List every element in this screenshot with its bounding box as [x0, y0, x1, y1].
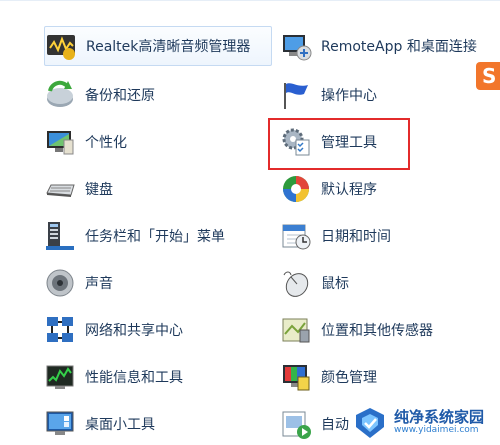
item-label: 操作中心 [321, 88, 377, 104]
item-label: 桌面小工具 [85, 417, 155, 433]
item-personalization[interactable]: 个性化 [44, 122, 244, 162]
realtek-audio-icon [45, 30, 77, 62]
mouse-icon [280, 267, 312, 299]
watermark-text: 纯净系统家园 www.yidaimei.com [394, 409, 484, 435]
default-programs-icon [280, 173, 312, 205]
highlight-box [268, 118, 410, 170]
item-mouse[interactable]: 鼠标 [280, 263, 480, 303]
item-label: 颜色管理 [321, 370, 377, 386]
item-default-programs[interactable]: 默认程序 [280, 169, 480, 209]
item-taskbar-start-menu[interactable]: 任务栏和「开始」菜单 [44, 216, 264, 256]
location-sensors-icon [280, 314, 312, 346]
item-label: 性能信息和工具 [85, 370, 183, 386]
keyboard-icon [44, 173, 76, 205]
remoteapp-icon [280, 30, 312, 62]
item-keyboard[interactable]: 键盘 [44, 169, 244, 209]
color-management-icon [280, 361, 312, 393]
item-label: 自动 [321, 417, 349, 433]
watermark-logo-icon [352, 405, 388, 441]
desktop-gadgets-icon [44, 408, 76, 440]
item-location-sensors[interactable]: 位置和其他传感器 [280, 310, 490, 350]
item-network-sharing[interactable]: 网络和共享中心 [44, 310, 244, 350]
performance-icon [44, 361, 76, 393]
corner-badge: S [476, 62, 500, 90]
calendar-clock-icon [280, 220, 312, 252]
item-color-management[interactable]: 颜色管理 [280, 357, 480, 397]
item-remoteapp[interactable]: RemoteApp 和桌面连接 [280, 26, 495, 66]
autoplay-icon [280, 408, 312, 440]
backup-restore-icon [44, 79, 76, 111]
item-label: RemoteApp 和桌面连接 [321, 39, 477, 55]
item-sound[interactable]: 声音 [44, 263, 244, 303]
item-action-center[interactable]: 操作中心 [280, 75, 480, 115]
item-label: 声音 [85, 276, 113, 292]
item-label: 鼠标 [321, 276, 349, 292]
item-performance-info[interactable]: 性能信息和工具 [44, 357, 244, 397]
taskbar-icon [44, 220, 76, 252]
speaker-icon [44, 267, 76, 299]
item-desktop-gadgets[interactable]: 桌面小工具 [44, 404, 244, 444]
item-date-time[interactable]: 日期和时间 [280, 216, 480, 256]
watermark-title: 纯净系统家园 [394, 408, 485, 427]
item-label: 网络和共享中心 [85, 323, 183, 339]
watermark-url: www.yidaimei.com [394, 424, 479, 435]
item-label: 键盘 [85, 182, 113, 198]
item-label: 位置和其他传感器 [321, 323, 433, 339]
item-label: 日期和时间 [321, 229, 391, 245]
item-label: 默认程序 [321, 182, 377, 198]
network-icon [44, 314, 76, 346]
watermark: 纯净系统家园 www.yidaimei.com [352, 402, 500, 443]
item-label: Realtek高清晰音频管理器 [86, 39, 251, 55]
item-label: 个性化 [85, 135, 127, 151]
personalization-icon [44, 126, 76, 158]
item-label: 备份和还原 [85, 88, 155, 104]
top-divider [0, 0, 500, 1]
item-realtek-audio[interactable]: Realtek高清晰音频管理器 [44, 26, 272, 66]
item-label: 任务栏和「开始」菜单 [85, 229, 225, 245]
action-center-flag-icon [280, 79, 312, 111]
item-backup-restore[interactable]: 备份和还原 [44, 75, 244, 115]
